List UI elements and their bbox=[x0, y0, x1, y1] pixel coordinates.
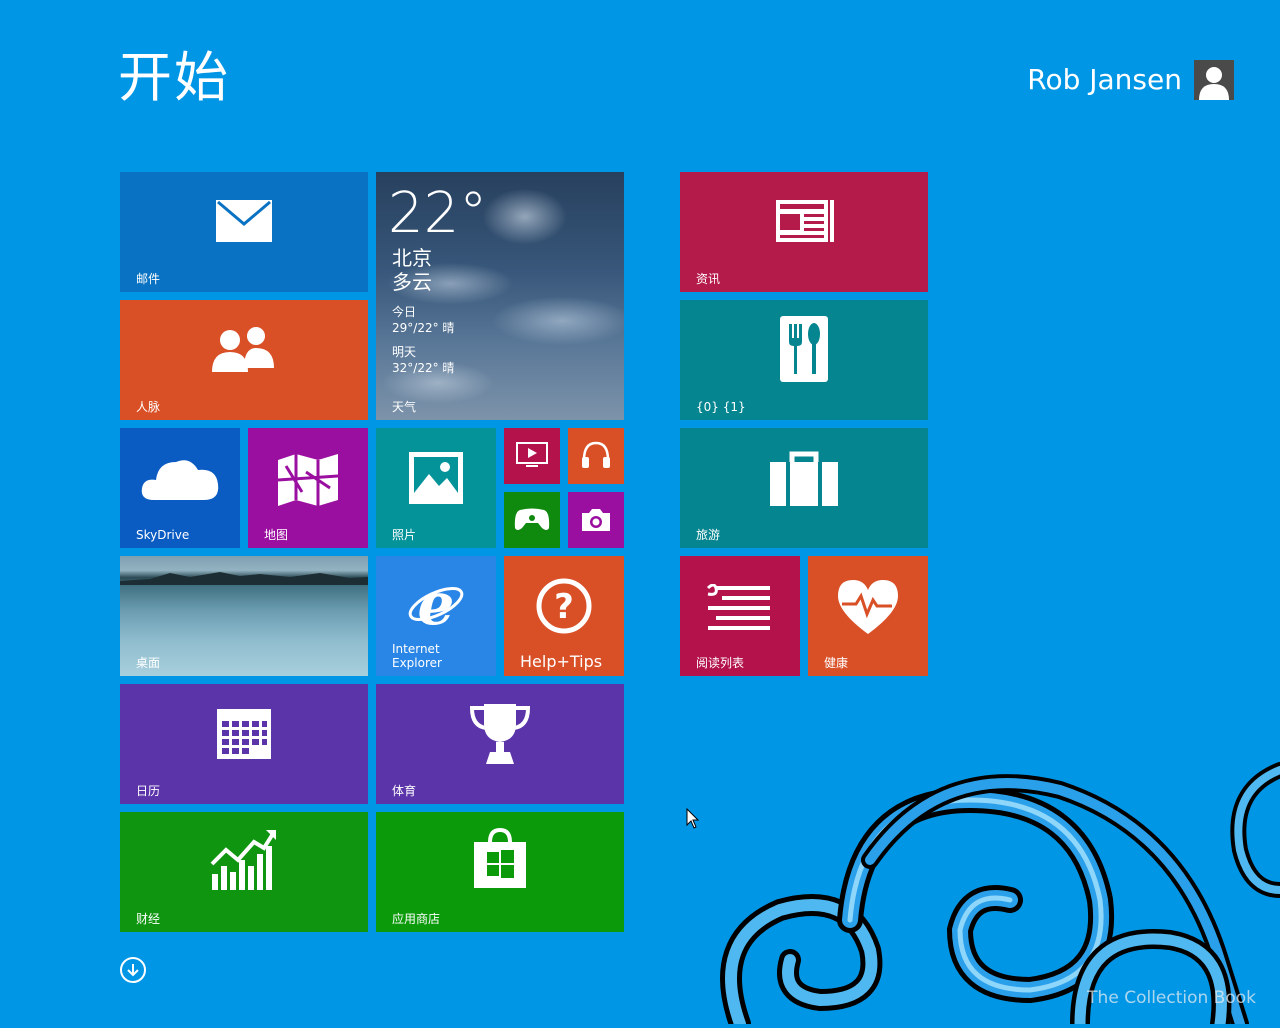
headphones-icon bbox=[581, 440, 611, 470]
calendar-icon bbox=[216, 708, 272, 760]
tile-label: 邮件 bbox=[136, 272, 161, 286]
desktop-rocks bbox=[120, 570, 368, 585]
svg-text:?: ? bbox=[554, 587, 574, 627]
background-swirl-art bbox=[700, 760, 1280, 1028]
tile-label: 人脉 bbox=[136, 400, 161, 414]
user-name: Rob Jansen bbox=[1027, 63, 1182, 96]
mail-icon bbox=[216, 200, 272, 242]
weather-tomorrow-label: 明天 bbox=[392, 345, 417, 359]
tile-weather[interactable]: 22° 北京 多云 今日 29°/22° 晴 明天 32°/22° 晴 天气 bbox=[376, 172, 624, 420]
heart-icon bbox=[836, 578, 900, 636]
tile-label: 旅游 bbox=[696, 528, 721, 542]
tile-travel[interactable]: 旅游 bbox=[680, 428, 928, 548]
weather-today-label: 今日 bbox=[392, 305, 417, 319]
tile-video[interactable] bbox=[504, 428, 560, 484]
user-avatar-icon bbox=[1194, 60, 1234, 100]
suitcase-icon bbox=[768, 450, 840, 508]
tile-desktop[interactable]: 桌面 bbox=[120, 556, 368, 676]
arrow-down-icon bbox=[127, 964, 139, 977]
tile-label: 地图 bbox=[264, 528, 289, 542]
tile-games[interactable] bbox=[504, 492, 560, 548]
tile-calendar[interactable]: 日历 bbox=[120, 684, 368, 804]
weather-city: 北京 bbox=[392, 246, 432, 270]
svg-text:e: e bbox=[418, 574, 455, 634]
tile-label-line2: Explorer bbox=[392, 656, 442, 670]
video-icon bbox=[516, 442, 548, 468]
tile-label: 日历 bbox=[136, 784, 161, 798]
tile-help-tips[interactable]: ? Help+Tips bbox=[504, 556, 624, 676]
tile-label: SkyDrive bbox=[136, 528, 190, 542]
news-icon bbox=[776, 198, 834, 244]
tile-skydrive[interactable]: SkyDrive bbox=[120, 428, 240, 548]
camera-icon bbox=[580, 507, 612, 533]
help-icon: ? bbox=[536, 578, 592, 634]
tile-internet-explorer[interactable]: e Internet Explorer bbox=[376, 556, 496, 676]
trophy-icon bbox=[468, 702, 532, 766]
tile-label: 照片 bbox=[392, 528, 417, 542]
tile-label: {0} {1} bbox=[696, 400, 746, 414]
weather-temperature: 22° bbox=[388, 181, 488, 246]
game-controller-icon bbox=[514, 508, 550, 532]
tile-label: 财经 bbox=[136, 912, 161, 926]
tile-people[interactable]: 人脉 bbox=[120, 300, 368, 420]
watermark-text: The Collection Book bbox=[1087, 988, 1256, 1008]
tile-label: 健康 bbox=[824, 656, 849, 670]
tile-mail[interactable]: 邮件 bbox=[120, 172, 368, 292]
tile-news[interactable]: 资讯 bbox=[680, 172, 928, 292]
tile-photos[interactable]: 照片 bbox=[376, 428, 496, 548]
user-account[interactable]: Rob Jansen bbox=[1027, 60, 1234, 100]
start-title: 开始 bbox=[118, 46, 230, 109]
store-bag-icon bbox=[472, 828, 528, 890]
tile-sports[interactable]: 体育 bbox=[376, 684, 624, 804]
tile-finance[interactable]: 财经 bbox=[120, 812, 368, 932]
tile-maps[interactable]: 地图 bbox=[248, 428, 368, 548]
tile-label: Help+Tips bbox=[520, 652, 603, 671]
stock-chart-icon bbox=[210, 828, 278, 892]
internet-explorer-icon: e bbox=[406, 574, 466, 634]
tile-label: 阅读列表 bbox=[696, 656, 745, 670]
mouse-cursor-icon bbox=[686, 807, 700, 834]
fork-spoon-icon bbox=[780, 316, 828, 382]
weather-condition: 多云 bbox=[392, 270, 432, 294]
tile-music[interactable] bbox=[568, 428, 624, 484]
cloud-icon bbox=[140, 452, 220, 502]
tile-label: 应用商店 bbox=[392, 912, 441, 926]
people-icon bbox=[210, 324, 276, 374]
all-apps-button[interactable] bbox=[120, 957, 146, 983]
map-icon bbox=[276, 452, 340, 508]
tile-camera[interactable] bbox=[568, 492, 624, 548]
photo-icon bbox=[409, 452, 463, 504]
tile-food-drink[interactable]: {0} {1} bbox=[680, 300, 928, 420]
tile-store[interactable]: 应用商店 bbox=[376, 812, 624, 932]
tile-label: 天气 bbox=[392, 400, 417, 414]
weather-tomorrow-value: 32°/22° 晴 bbox=[392, 361, 455, 375]
tile-label: 桌面 bbox=[136, 656, 161, 670]
tile-reading-list[interactable]: 阅读列表 bbox=[680, 556, 800, 676]
tile-health[interactable]: 健康 bbox=[808, 556, 928, 676]
tile-label: 资讯 bbox=[696, 272, 721, 286]
reading-list-icon bbox=[706, 584, 772, 630]
weather-today-value: 29°/22° 晴 bbox=[392, 321, 455, 335]
tile-label: 体育 bbox=[392, 784, 417, 798]
